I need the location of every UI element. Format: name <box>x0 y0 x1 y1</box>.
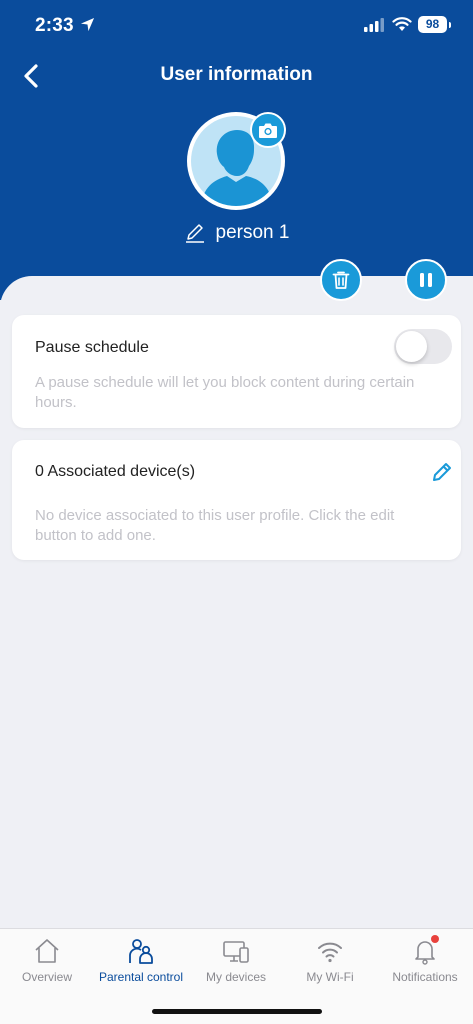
profile-name: person 1 <box>215 222 290 243</box>
page-title: User information <box>160 64 313 85</box>
pencil-icon <box>185 224 204 243</box>
tab-my-devices[interactable]: My devices <box>189 929 283 989</box>
change-photo-button[interactable] <box>250 112 286 148</box>
trash-icon <box>332 271 350 289</box>
tab-parental-control[interactable]: Parental control <box>94 929 188 989</box>
tab-overview[interactable]: Overview <box>0 929 94 989</box>
toggle-knob <box>396 331 427 362</box>
status-time: 2:33 <box>35 15 74 36</box>
associated-devices-title: 0 Associated device(s) <box>35 463 196 480</box>
delete-button[interactable] <box>320 259 362 301</box>
pause-schedule-title: Pause schedule <box>35 339 149 356</box>
associated-devices-card: 0 Associated device(s) No device associa… <box>12 440 461 560</box>
battery-indicator: 98 <box>418 16 451 33</box>
home-indicator <box>152 1009 322 1014</box>
family-icon <box>129 939 153 964</box>
wifi-status-icon <box>392 17 412 31</box>
associated-devices-description: No device associated to this user profil… <box>35 507 395 544</box>
notification-badge <box>431 935 439 943</box>
tab-my-wifi[interactable]: My Wi-Fi <box>283 929 377 989</box>
devices-icon <box>223 941 249 963</box>
pause-button[interactable] <box>405 259 447 301</box>
edit-devices-button[interactable] <box>430 460 454 484</box>
pause-schedule-card: Pause schedule A pause schedule will let… <box>12 315 461 428</box>
pause-icon <box>420 273 432 287</box>
location-arrow-icon <box>80 17 95 32</box>
tab-notifications[interactable]: Notifications <box>378 929 472 989</box>
wifi-icon <box>318 942 342 963</box>
edit-name-row[interactable]: person 1 <box>0 222 473 244</box>
camera-icon <box>259 123 277 138</box>
status-bar: 2:33 98 <box>0 0 473 54</box>
home-icon <box>35 939 59 963</box>
pause-schedule-toggle[interactable] <box>394 329 452 364</box>
tab-notifications-label: Notifications <box>392 970 458 984</box>
cellular-signal-icon <box>364 18 384 32</box>
pause-schedule-description: A pause schedule will let you block cont… <box>35 374 415 411</box>
